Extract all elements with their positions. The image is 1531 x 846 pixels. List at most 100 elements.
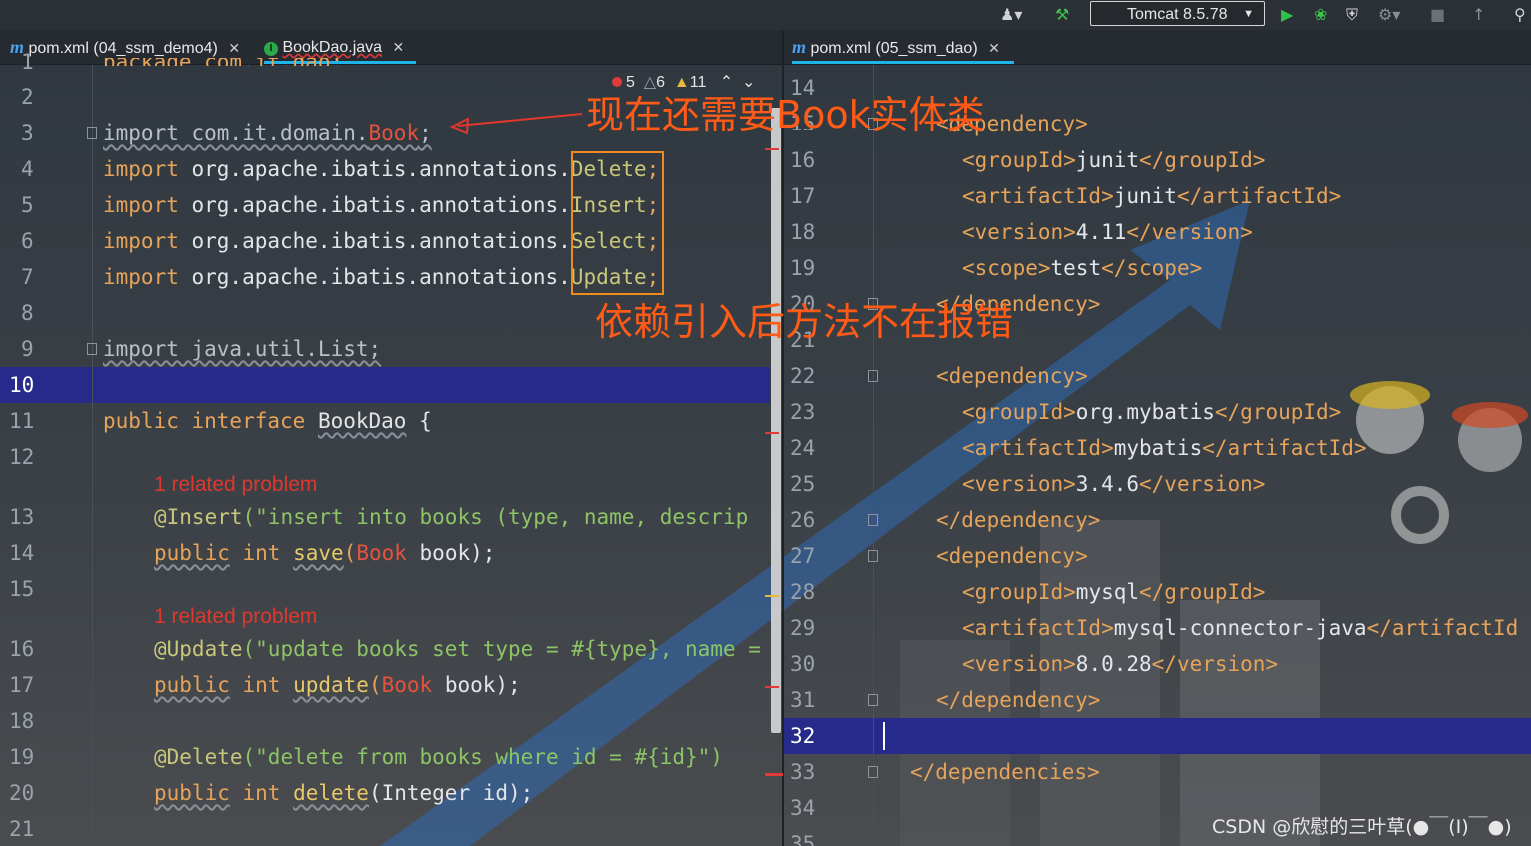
left-gutter-border <box>92 65 93 846</box>
profile-icon[interactable]: ⚙▾ <box>1378 4 1400 26</box>
code-text: <artifactId> <box>962 436 1114 460</box>
coverage-icon[interactable]: ⛨ <box>1346 4 1358 26</box>
line-number: 5 <box>21 193 34 217</box>
code-text: </version> <box>1126 220 1253 244</box>
line-number: 8 <box>21 301 34 325</box>
fold-marker[interactable] <box>868 694 878 706</box>
code-text: <version> <box>962 472 1076 496</box>
code-text: ( <box>368 673 382 697</box>
code-text: junit <box>1113 184 1177 208</box>
code-text: 8.0.28 <box>1075 652 1152 676</box>
code-text: Book <box>381 673 433 697</box>
run-icon[interactable]: ▶ <box>1281 4 1293 26</box>
line-number: 18 <box>790 220 816 244</box>
code-text: delete <box>293 781 369 805</box>
line-number: 9 <box>21 337 34 361</box>
code-text: 3.4.6 <box>1075 472 1140 496</box>
annotation-note-middle: 依赖引入后方法不在报错 <box>595 300 1014 344</box>
run-configuration-select[interactable]: Tomcat 8.5.78 ▼ <box>1090 1 1265 26</box>
line-number: 33 <box>790 760 816 784</box>
close-icon[interactable]: ✕ <box>393 39 405 55</box>
fold-marker[interactable] <box>87 127 97 139</box>
vcs-icon[interactable]: ↑ <box>1472 4 1485 26</box>
search-icon[interactable]: ⚲ <box>1514 4 1526 26</box>
left-scrollbar[interactable] <box>771 108 781 733</box>
debug-icon[interactable]: ❀ <box>1314 4 1327 26</box>
code-line-25: <version>3.4.6</version> <box>962 472 1265 496</box>
code-line-19: <scope>test</scope> <box>962 256 1202 280</box>
line-number: 16 <box>790 148 816 172</box>
tab-label: pom.xml (05_ssm_dao) <box>810 40 978 57</box>
related-problem-hint[interactable]: 1 related problem <box>154 605 317 629</box>
code-line-20: public int delete(Integer id); <box>154 781 533 805</box>
line-number: 17 <box>9 673 35 697</box>
line-number: 15 <box>9 577 35 601</box>
code-text: </groupId> <box>1139 148 1266 172</box>
code-line-13: @Insert("insert into books (type, name, … <box>154 505 748 529</box>
code-text: ("update books set type = #{type}, name … <box>242 637 761 661</box>
code-text: import <box>103 229 179 253</box>
code-text: <dependency> <box>936 544 1088 568</box>
code-line-18: <version>4.11</version> <box>962 220 1253 244</box>
user-icon[interactable]: ♟▾ <box>1000 4 1022 26</box>
fold-marker[interactable] <box>868 550 878 562</box>
code-text: </version> <box>1151 652 1279 676</box>
stop-icon[interactable]: ■ <box>1430 4 1445 26</box>
fold-marker[interactable] <box>87 343 97 355</box>
annotation-note-top: 现在还需要Book实体类 <box>586 93 985 137</box>
code-text: int <box>229 781 294 805</box>
code-text: </artifactId> <box>1202 436 1367 460</box>
line-number: 21 <box>9 817 35 841</box>
watermark: CSDN @欣慰的三叶草(●￣(I)￣●) <box>1212 816 1512 838</box>
main-toolbar: ♟▾ ⚒ Tomcat 8.5.78 ▼ ▶ ❀ ⛨ ⚙▾ ■ ↑ ⚲ <box>0 0 1531 30</box>
line-number: 16 <box>9 637 35 661</box>
code-text: (Integer id); <box>368 781 534 805</box>
code-text: interface <box>178 409 318 433</box>
code-text: </dependency> <box>936 688 1101 712</box>
code-text: <version> <box>962 652 1076 676</box>
code-text: book); <box>406 541 496 565</box>
line-number: 35 <box>790 832 816 846</box>
fold-marker[interactable] <box>868 370 878 382</box>
code-text: update <box>293 673 369 697</box>
code-text: public <box>154 673 230 697</box>
line-number: 4 <box>21 157 34 181</box>
code-text: mybatis <box>1113 436 1203 460</box>
code-line-11: public interface BookDao { <box>103 409 432 433</box>
fold-marker[interactable] <box>868 514 878 526</box>
code-text: ( <box>343 541 357 565</box>
line-number: 28 <box>790 580 816 604</box>
text-cursor <box>883 722 885 750</box>
line-number: 11 <box>9 409 35 433</box>
code-text: org.apache.ibatis.annotations. <box>178 265 571 289</box>
close-icon[interactable]: ✕ <box>988 40 1000 56</box>
tab-pom-05[interactable]: m pom.xml (05_ssm_dao) ✕ <box>792 30 1014 64</box>
code-text: org.apache.ibatis.annotations. <box>178 193 571 217</box>
line-number: 25 <box>790 472 816 496</box>
code-text: public <box>103 409 179 433</box>
line-number: 24 <box>790 436 816 460</box>
chevron-down-icon: ▼ <box>1243 8 1254 20</box>
line-number: 3 <box>21 121 34 145</box>
build-hammer-icon[interactable]: ⚒ <box>1055 4 1069 26</box>
line-number: 10 <box>9 373 35 397</box>
code-text: org.apache.ibatis.annotations. <box>178 229 571 253</box>
run-configuration-label: Tomcat 8.5.78 <box>1127 6 1228 23</box>
code-line-23: <groupId>org.mybatis</groupId> <box>962 400 1341 424</box>
line-number: 22 <box>790 364 816 388</box>
close-icon[interactable]: ✕ <box>228 40 240 56</box>
line-number: 31 <box>790 688 816 712</box>
annotation-arrow <box>450 113 583 135</box>
code-line-9: import java.util.List; <box>103 337 381 361</box>
fold-marker[interactable] <box>868 766 878 778</box>
code-text: </dependency> <box>936 508 1101 532</box>
left-editor[interactable] <box>0 65 782 846</box>
code-text: </artifactId> <box>1176 184 1342 208</box>
related-problem-hint[interactable]: 1 related problem <box>154 473 317 497</box>
line-number: 19 <box>9 745 35 769</box>
line-number: 1 <box>21 50 34 74</box>
warning-stripe-mark <box>765 595 779 597</box>
line-number: 14 <box>9 541 35 565</box>
code-line-19: @Delete("delete from books where id = #{… <box>154 745 723 769</box>
line-number: 20 <box>9 781 35 805</box>
